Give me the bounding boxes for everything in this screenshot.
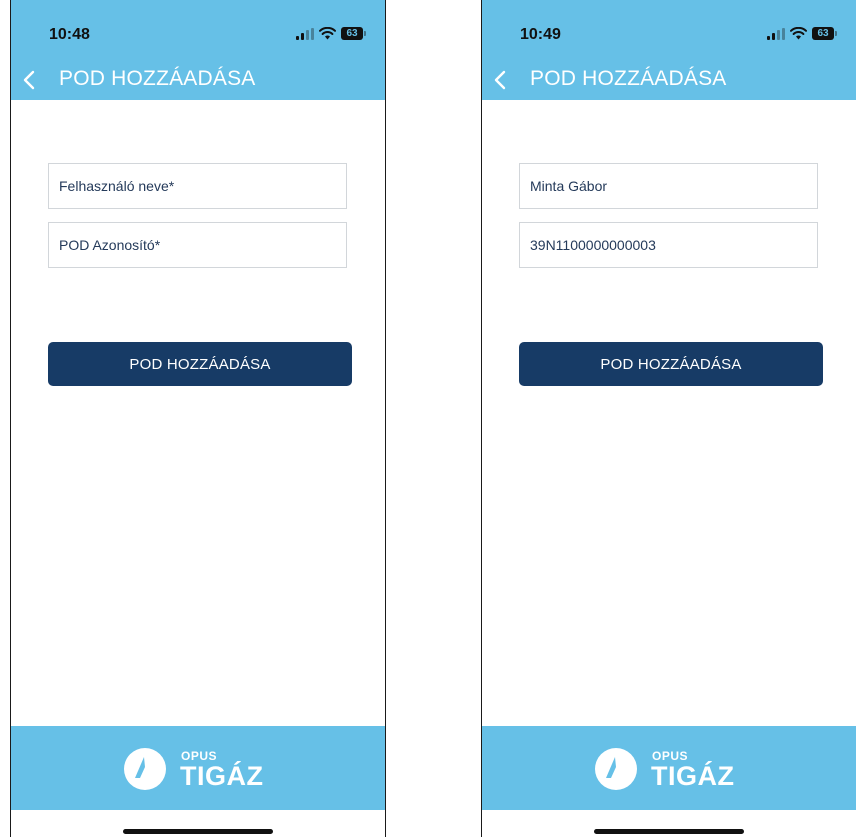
- back-chevron-icon[interactable]: [490, 68, 510, 92]
- top-bar: 10:49 63 POD HOZZÁADÁSA: [482, 0, 856, 100]
- add-pod-button[interactable]: POD HOZZÁADÁSA: [48, 342, 352, 386]
- tigaz-logo-mark-icon: [595, 748, 637, 790]
- page-title: POD HOZZÁADÁSA: [530, 67, 727, 90]
- cellular-signal-icon: [767, 27, 785, 40]
- back-chevron-icon[interactable]: [19, 68, 39, 92]
- status-icons: 63: [296, 27, 366, 40]
- top-bar: 10:48 63 POD HOZZÁADÁSA: [11, 0, 385, 100]
- phone-screen-filled: 10:49 63 POD HOZZÁADÁSA Minta Gábor 39N1…: [481, 0, 856, 837]
- footer-brand-bar: OPUS TIGÁZ: [11, 726, 385, 810]
- wifi-icon: [790, 27, 807, 40]
- pod-id-field[interactable]: POD Azonosító*: [48, 222, 347, 268]
- page-title: POD HOZZÁADÁSA: [59, 67, 256, 90]
- status-icons: 63: [767, 27, 837, 40]
- user-name-field[interactable]: Felhasználó neve*: [48, 163, 347, 209]
- battery-icon: 63: [341, 27, 366, 40]
- screenshot-stage: 10:48 63 POD HOZZÁADÁSA Felhasználó neve…: [0, 0, 856, 837]
- pod-id-field[interactable]: 39N1100000000003: [519, 222, 818, 268]
- home-indicator[interactable]: [123, 829, 273, 834]
- tigaz-logo-mark-icon: [124, 748, 166, 790]
- user-name-field[interactable]: Minta Gábor: [519, 163, 818, 209]
- wifi-icon: [319, 27, 336, 40]
- battery-icon: 63: [812, 27, 837, 40]
- status-time: 10:49: [520, 26, 561, 43]
- cellular-signal-icon: [296, 27, 314, 40]
- brand-large-text: TIGÁZ: [180, 761, 264, 791]
- opus-tigaz-logo: OPUS TIGÁZ: [594, 747, 744, 793]
- opus-tigaz-logo: OPUS TIGÁZ: [123, 747, 273, 793]
- home-indicator[interactable]: [594, 829, 744, 834]
- brand-large-text: TIGÁZ: [651, 761, 735, 791]
- add-pod-button[interactable]: POD HOZZÁADÁSA: [519, 342, 823, 386]
- phone-screen-empty: 10:48 63 POD HOZZÁADÁSA Felhasználó neve…: [10, 0, 386, 837]
- status-time: 10:48: [49, 26, 90, 43]
- footer-brand-bar: OPUS TIGÁZ: [482, 726, 856, 810]
